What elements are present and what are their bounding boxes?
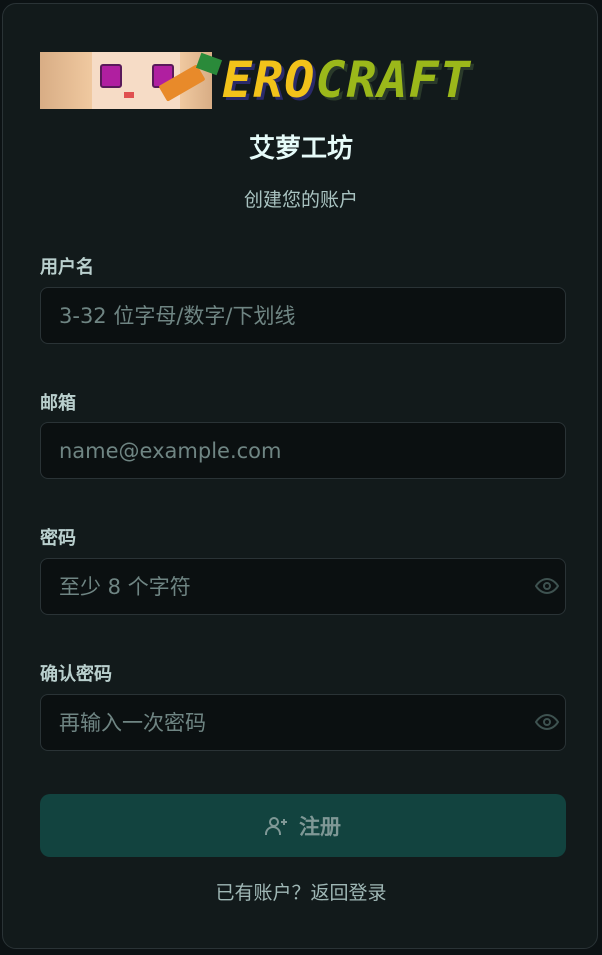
register-button-label: 注册 — [299, 814, 341, 839]
logo-text-ero: ERO — [222, 52, 316, 109]
username-label: 用户名 — [40, 257, 94, 278]
mascot-image — [40, 52, 223, 109]
email-label: 邮箱 — [40, 393, 76, 414]
password-input[interactable] — [40, 558, 566, 615]
confirm-password-input[interactable] — [40, 694, 566, 751]
logo-text-craft: CRAFT — [315, 52, 471, 109]
login-prompt-text: 已有账户？ — [215, 882, 311, 904]
brand-logo: EROCRAFT — [222, 52, 560, 109]
username-input[interactable] — [40, 287, 566, 344]
eye-icon[interactable] — [535, 574, 559, 598]
login-prompt: 已有账户？返回登录 — [3, 878, 599, 905]
register-button[interactable]: 注册 — [40, 794, 566, 857]
user-plus-icon — [265, 816, 287, 835]
page-subtitle: 创建您的账户 — [243, 189, 358, 211]
password-label: 密码 — [40, 528, 76, 549]
page-title: 艾萝工坊 — [248, 134, 353, 164]
register-card: EROCRAFT 艾萝工坊 创建您的账户 用户名 邮箱 密码 确认密码 注册 已… — [2, 3, 598, 949]
confirm-password-label: 确认密码 — [40, 664, 112, 685]
back-to-login-link[interactable]: 返回登录 — [311, 882, 387, 904]
email-input[interactable] — [40, 422, 566, 479]
brand-banner: EROCRAFT — [40, 52, 560, 109]
eye-icon[interactable] — [535, 710, 559, 734]
